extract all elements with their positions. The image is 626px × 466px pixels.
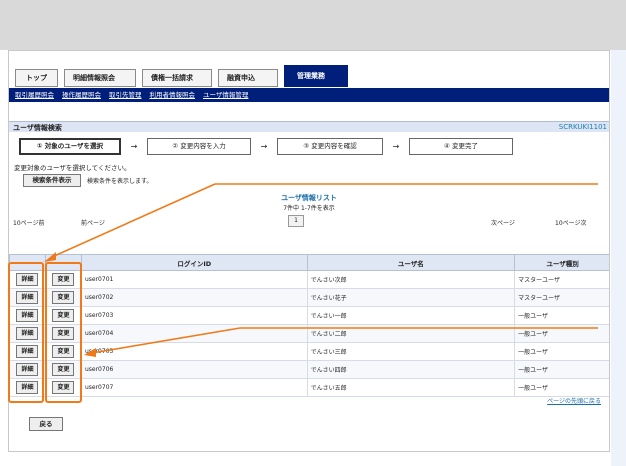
arrowhead-change-icon (84, 348, 96, 357)
annotation-callouts (44, 183, 598, 357)
callout-arrow-change (91, 327, 241, 354)
arrowhead-detail-icon (44, 252, 56, 262)
callout-arrow-detail (51, 183, 216, 258)
